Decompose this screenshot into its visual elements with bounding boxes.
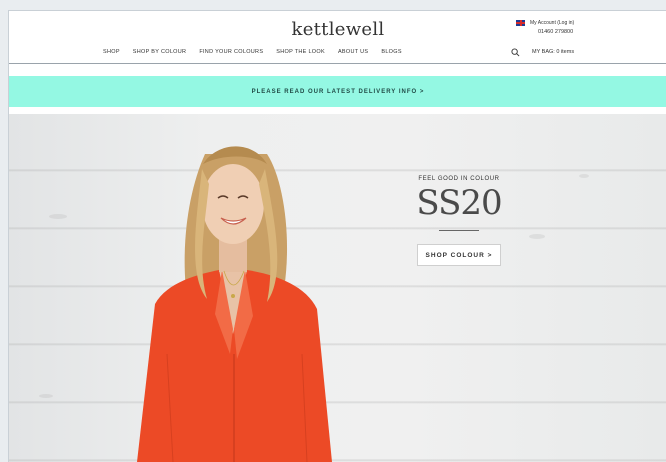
hero-title: SS20 [416, 183, 502, 223]
nav-item-shop-by-colour[interactable]: SHOP BY COLOUR [133, 49, 187, 55]
site-header: kettlewell SHOP SHOP BY COLOUR FIND YOUR… [9, 11, 666, 63]
wood-knot [49, 214, 67, 219]
phone-number: 01460 279800 [538, 29, 574, 35]
search-icon[interactable] [511, 48, 520, 57]
main-nav: SHOP SHOP BY COLOUR FIND YOUR COLOURS SH… [103, 49, 402, 55]
nav-item-find-your-colours[interactable]: FIND YOUR COLOURS [199, 49, 263, 55]
shop-colour-button[interactable]: SHOP COLOUR > [417, 244, 501, 266]
my-account-link[interactable]: My Account (Log in) [530, 20, 574, 26]
nav-item-shop[interactable]: SHOP [103, 49, 120, 55]
hero-subtitle: FEEL GOOD IN COLOUR [418, 176, 500, 182]
nav-item-shop-the-look[interactable]: SHOP THE LOOK [276, 49, 325, 55]
delivery-banner-text[interactable]: PLEASE READ OUR LATEST DELIVERY INFO > [252, 89, 425, 95]
hero-banner[interactable]: FEEL GOOD IN COLOUR SS20 SHOP COLOUR > [9, 114, 666, 462]
nav-item-blogs[interactable]: BLOGS [381, 49, 401, 55]
nav-item-about-us[interactable]: ABOUT US [338, 49, 368, 55]
header-divider [9, 63, 666, 64]
model-photo [137, 146, 332, 462]
my-bag-link[interactable]: MY BAG: 0 items [532, 49, 574, 55]
account-area: My Account (Log in) [516, 20, 574, 26]
wood-knot [39, 394, 53, 398]
browser-viewport: kettlewell SHOP SHOP BY COLOUR FIND YOUR… [8, 10, 666, 462]
hero-divider [439, 230, 479, 231]
delivery-banner[interactable]: PLEASE READ OUR LATEST DELIVERY INFO > [9, 76, 666, 107]
wood-knot [579, 174, 589, 178]
uk-flag-icon[interactable] [516, 20, 525, 26]
wood-knot [529, 234, 545, 239]
